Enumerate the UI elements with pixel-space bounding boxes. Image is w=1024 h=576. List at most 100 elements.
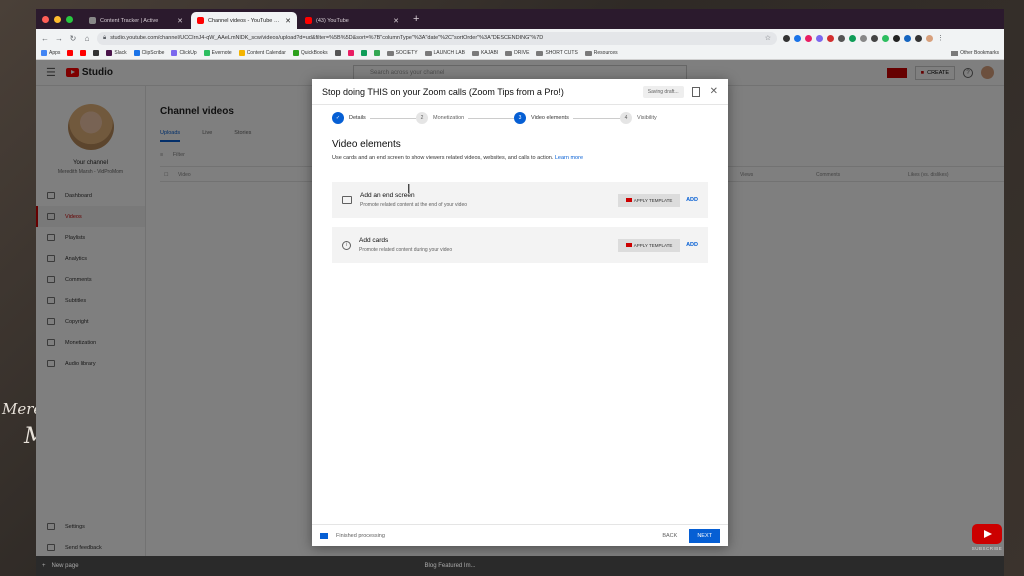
learn-more-link[interactable]: Learn more [555,155,583,161]
saving-status-badge: Saving draft... [642,85,684,98]
apply-template-button[interactable]: APPLY TEMPLATE [618,238,681,252]
bookmark-item[interactable] [360,50,367,56]
bookmark-item[interactable] [334,50,341,56]
extension-icon[interactable] [783,34,790,42]
bookmark-item[interactable]: Content Calendar [238,50,286,56]
close-window-button[interactable] [42,15,49,23]
back-button[interactable]: BACK [662,533,677,539]
new-tab-button[interactable]: + [407,12,425,29]
browser-tab[interactable]: (43) YouTube ✕ [299,12,405,29]
step-monetization[interactable]: 2 Monetization [416,112,469,124]
close-icon[interactable]: ✕ [710,86,718,97]
extensions-row: ⋮ [783,34,944,42]
extension-icon[interactable] [871,34,878,42]
close-tab-icon[interactable]: ✕ [285,17,291,25]
profile-avatar[interactable] [926,34,933,42]
extension-icon[interactable] [816,34,823,42]
bookmark-item[interactable] [67,50,74,56]
extension-icon[interactable] [794,34,801,42]
extension-icon[interactable] [882,34,889,42]
new-page-label[interactable]: New page [52,563,79,569]
plus-icon[interactable]: + [42,563,46,569]
extension-icon[interactable] [849,34,856,42]
template-icon [625,243,632,247]
bookmark-favicon-icon [171,50,178,56]
bookmark-favicon-icon [373,50,380,56]
minimize-window-button[interactable] [54,15,61,23]
extension-icon[interactable] [805,34,812,42]
bookmark-favicon-icon [41,50,47,56]
next-button[interactable]: NEXT [689,528,720,543]
close-tab-icon[interactable]: ✕ [393,17,399,25]
bookmark-item[interactable] [93,50,100,56]
bookmark-item[interactable]: ClickUp [171,50,197,56]
apply-template-label: APPLY TEMPLATE [633,242,673,248]
forward-arrow-icon[interactable]: → [55,34,63,43]
maximize-window-button[interactable] [66,15,73,23]
browser-tab[interactable]: Content Tracker | Active ✕ [83,12,189,29]
bookmark-item[interactable]: ClipScribe [133,50,164,56]
browser-tab[interactable]: Channel videos - YouTube Stu... ✕ [191,12,297,29]
step-visibility[interactable]: 4 Visibility [620,112,661,124]
extension-icon[interactable] [893,34,900,42]
bookmark-item[interactable]: DRIVE [505,50,529,56]
address-bar[interactable]: 🔒︎ studio.youtube.com/channel/UCCIrnJ4-q… [97,31,777,45]
add-end-screen-button[interactable]: ADD [686,197,698,203]
tab-title: Channel videos - YouTube Stu... [208,17,282,24]
menu-kebab-icon[interactable]: ⋮ [937,34,944,42]
bookmark-label: Evernote [211,50,232,56]
bookmark-item[interactable] [347,50,354,56]
bookmark-item[interactable]: KAJABI [471,50,498,56]
bookmark-label: SHORT CUTS [545,50,578,56]
extension-icon[interactable] [904,34,911,42]
bookmark-label: Resources [593,50,618,56]
bookmark-item[interactable]: SHORT CUTS [536,50,578,56]
tab-title: (43) YouTube [316,17,349,24]
step-label: Video elements [531,115,569,121]
step-details[interactable]: ✓ Details [332,112,370,124]
tab-bar: Content Tracker | Active ✕ Channel videos … [36,9,1004,29]
youtube-play-icon [972,524,1002,544]
hd-badge-icon [320,532,328,539]
bookmarks-bar: Apps Slack ClipScribe ClickUp Evernote Conten… [36,47,1004,60]
cards-title: Add cards [359,237,389,244]
bookmark-item[interactable]: LAUNCH LAB [424,50,465,56]
back-arrow-icon[interactable]: ← [41,34,49,43]
bookmark-item[interactable] [80,50,87,56]
extension-icon[interactable] [827,34,834,42]
bookmark-favicon-icon [133,50,140,56]
report-issue-icon[interactable] [691,86,700,97]
bookmark-item[interactable]: SOCIETY [386,50,418,56]
bookmark-star-icon[interactable]: ☆ [765,34,771,42]
extension-icon[interactable] [860,34,867,42]
cards-card: i Add cards Promote related content duri… [332,227,708,263]
upload-dialog: Stop doing THIS on your Zoom calls (Zoom… [312,79,728,546]
reload-icon[interactable]: ↻ [69,34,77,43]
extension-icon[interactable] [838,34,845,42]
step-label: Details [349,115,366,121]
other-bookmarks[interactable]: Other Bookmarks [951,50,999,56]
add-cards-button[interactable]: ADD [686,242,698,248]
bookmark-favicon-icon [80,50,87,56]
bookmark-favicon-icon [334,50,341,56]
bookmark-item[interactable]: Evernote [203,50,232,56]
subscribe-overlay[interactable]: SUBSCRIBE [970,524,1004,551]
bookmark-favicon-icon [360,50,367,56]
step-video-elements[interactable]: 3 Video elements [514,112,573,124]
apply-template-button[interactable]: APPLY TEMPLATE [618,193,681,207]
bookmark-item[interactable]: Slack [106,50,127,56]
url-text: studio.youtube.com/channel/UCCIrnJ4-qW_A… [110,35,544,41]
bookmark-favicon-icon [292,50,299,56]
bookmark-item[interactable]: Resources [584,50,618,56]
stepper-line [340,118,648,119]
folder-icon [584,50,592,56]
home-icon[interactable]: ⌂ [83,34,91,43]
close-tab-icon[interactable]: ✕ [177,17,183,25]
bookmark-item[interactable]: Apps [41,50,60,56]
lock-icon: 🔒︎ [103,34,107,41]
end-screen-icon [342,196,352,204]
end-screen-title: Add an end screen [360,192,415,199]
bookmark-item[interactable] [373,50,380,56]
bookmark-item[interactable]: QuickBooks [292,50,328,56]
extension-icon[interactable] [915,34,922,42]
